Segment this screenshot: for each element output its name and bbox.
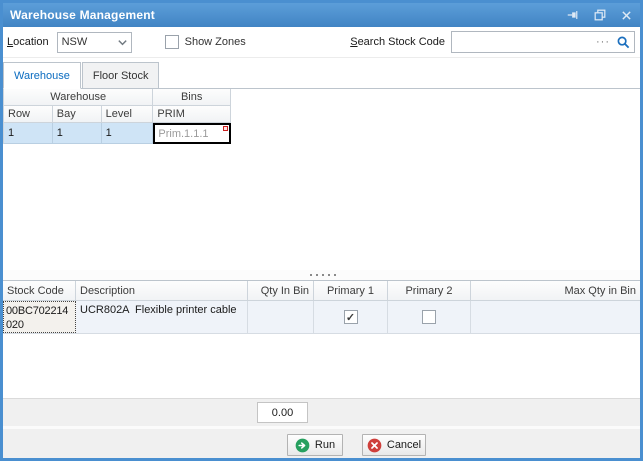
bottom-panel: Run Cancel <box>3 426 640 458</box>
column-header-prim[interactable]: PRIM <box>153 106 231 123</box>
stock-grid: Stock Code Description Qty In Bin Primar… <box>3 280 640 398</box>
primary-2-checkbox[interactable] <box>422 310 436 324</box>
bin-grid-panel: Warehouse Bins Row Bay Level PRIM 1 1 1 … <box>3 89 640 270</box>
warehouse-management-window: Warehouse Management <box>0 0 643 461</box>
band-header-warehouse: Warehouse <box>4 89 153 106</box>
primary-1-checkbox[interactable]: ✓ <box>344 310 358 324</box>
cell-primary-2 <box>388 301 471 333</box>
modified-indicator <box>223 126 228 131</box>
tab-floor-stock[interactable]: Floor Stock <box>82 62 160 88</box>
restore-icon[interactable] <box>593 8 607 22</box>
run-button[interactable]: Run <box>287 434 343 456</box>
ellipsis-button[interactable]: ··· <box>596 36 610 48</box>
close-icon[interactable] <box>620 9 633 22</box>
tab-warehouse[interactable]: Warehouse <box>3 62 81 89</box>
column-header-description[interactable]: Description <box>76 281 248 301</box>
search-icon[interactable] <box>617 36 630 49</box>
toolbar: Location NSW Show Zones Search Stock Cod… <box>3 27 640 58</box>
column-header-max-qty-in-bin[interactable]: Max Qty in Bin <box>471 281 640 301</box>
stock-grid-row: 00BC702214020 UCR802A Flexible printer c… <box>3 301 640 334</box>
bin-grid-row: 1 1 1 Prim.1.1.1 <box>4 123 231 144</box>
pin-icon[interactable] <box>566 8 580 22</box>
titlebar: Warehouse Management <box>3 3 640 27</box>
location-value: NSW <box>62 36 117 48</box>
cancel-button[interactable]: Cancel <box>362 434 426 456</box>
splitter-grip-icon <box>322 274 324 276</box>
search-stock-code-label: Search Stock Code <box>350 36 445 48</box>
cell-row[interactable]: 1 <box>4 123 53 144</box>
check-icon: ✓ <box>346 311 355 324</box>
column-header-stock-code[interactable]: Stock Code <box>3 281 76 301</box>
cell-bay[interactable]: 1 <box>53 123 102 144</box>
column-header-qty-in-bin[interactable]: Qty In Bin <box>248 281 314 301</box>
grid-footer: 0.00 <box>3 398 640 426</box>
chevron-down-icon <box>117 37 128 48</box>
window-title: Warehouse Management <box>10 8 155 22</box>
cell-level[interactable]: 1 <box>102 123 154 144</box>
cancel-icon <box>367 438 382 453</box>
qty-total-box: 0.00 <box>257 402 308 423</box>
column-header-bay[interactable]: Bay <box>53 106 102 123</box>
location-dropdown[interactable]: NSW <box>57 32 132 53</box>
cell-primary-1: ✓ <box>314 301 388 333</box>
cell-prim-editor[interactable]: Prim.1.1.1 <box>153 123 231 144</box>
band-header-bins: Bins <box>153 89 231 106</box>
cell-qty-in-bin[interactable] <box>248 301 314 333</box>
run-icon <box>295 438 310 453</box>
cell-description[interactable]: UCR802A Flexible printer cable <box>76 301 248 333</box>
show-zones-label: Show Zones <box>185 36 246 48</box>
panel-splitter[interactable] <box>3 270 640 280</box>
cell-max-qty-in-bin[interactable] <box>471 301 640 333</box>
column-header-row[interactable]: Row <box>4 106 53 123</box>
cell-stock-code[interactable]: 00BC702214020 <box>3 301 76 333</box>
column-header-level[interactable]: Level <box>102 106 154 123</box>
show-zones-checkbox[interactable] <box>165 35 179 49</box>
location-label: Location <box>7 36 49 48</box>
tabstrip: Warehouse Floor Stock <box>3 58 640 89</box>
search-stock-code-input[interactable]: ··· <box>451 31 635 53</box>
column-header-primary-2[interactable]: Primary 2 <box>388 281 471 301</box>
column-header-primary-1[interactable]: Primary 1 <box>314 281 388 301</box>
